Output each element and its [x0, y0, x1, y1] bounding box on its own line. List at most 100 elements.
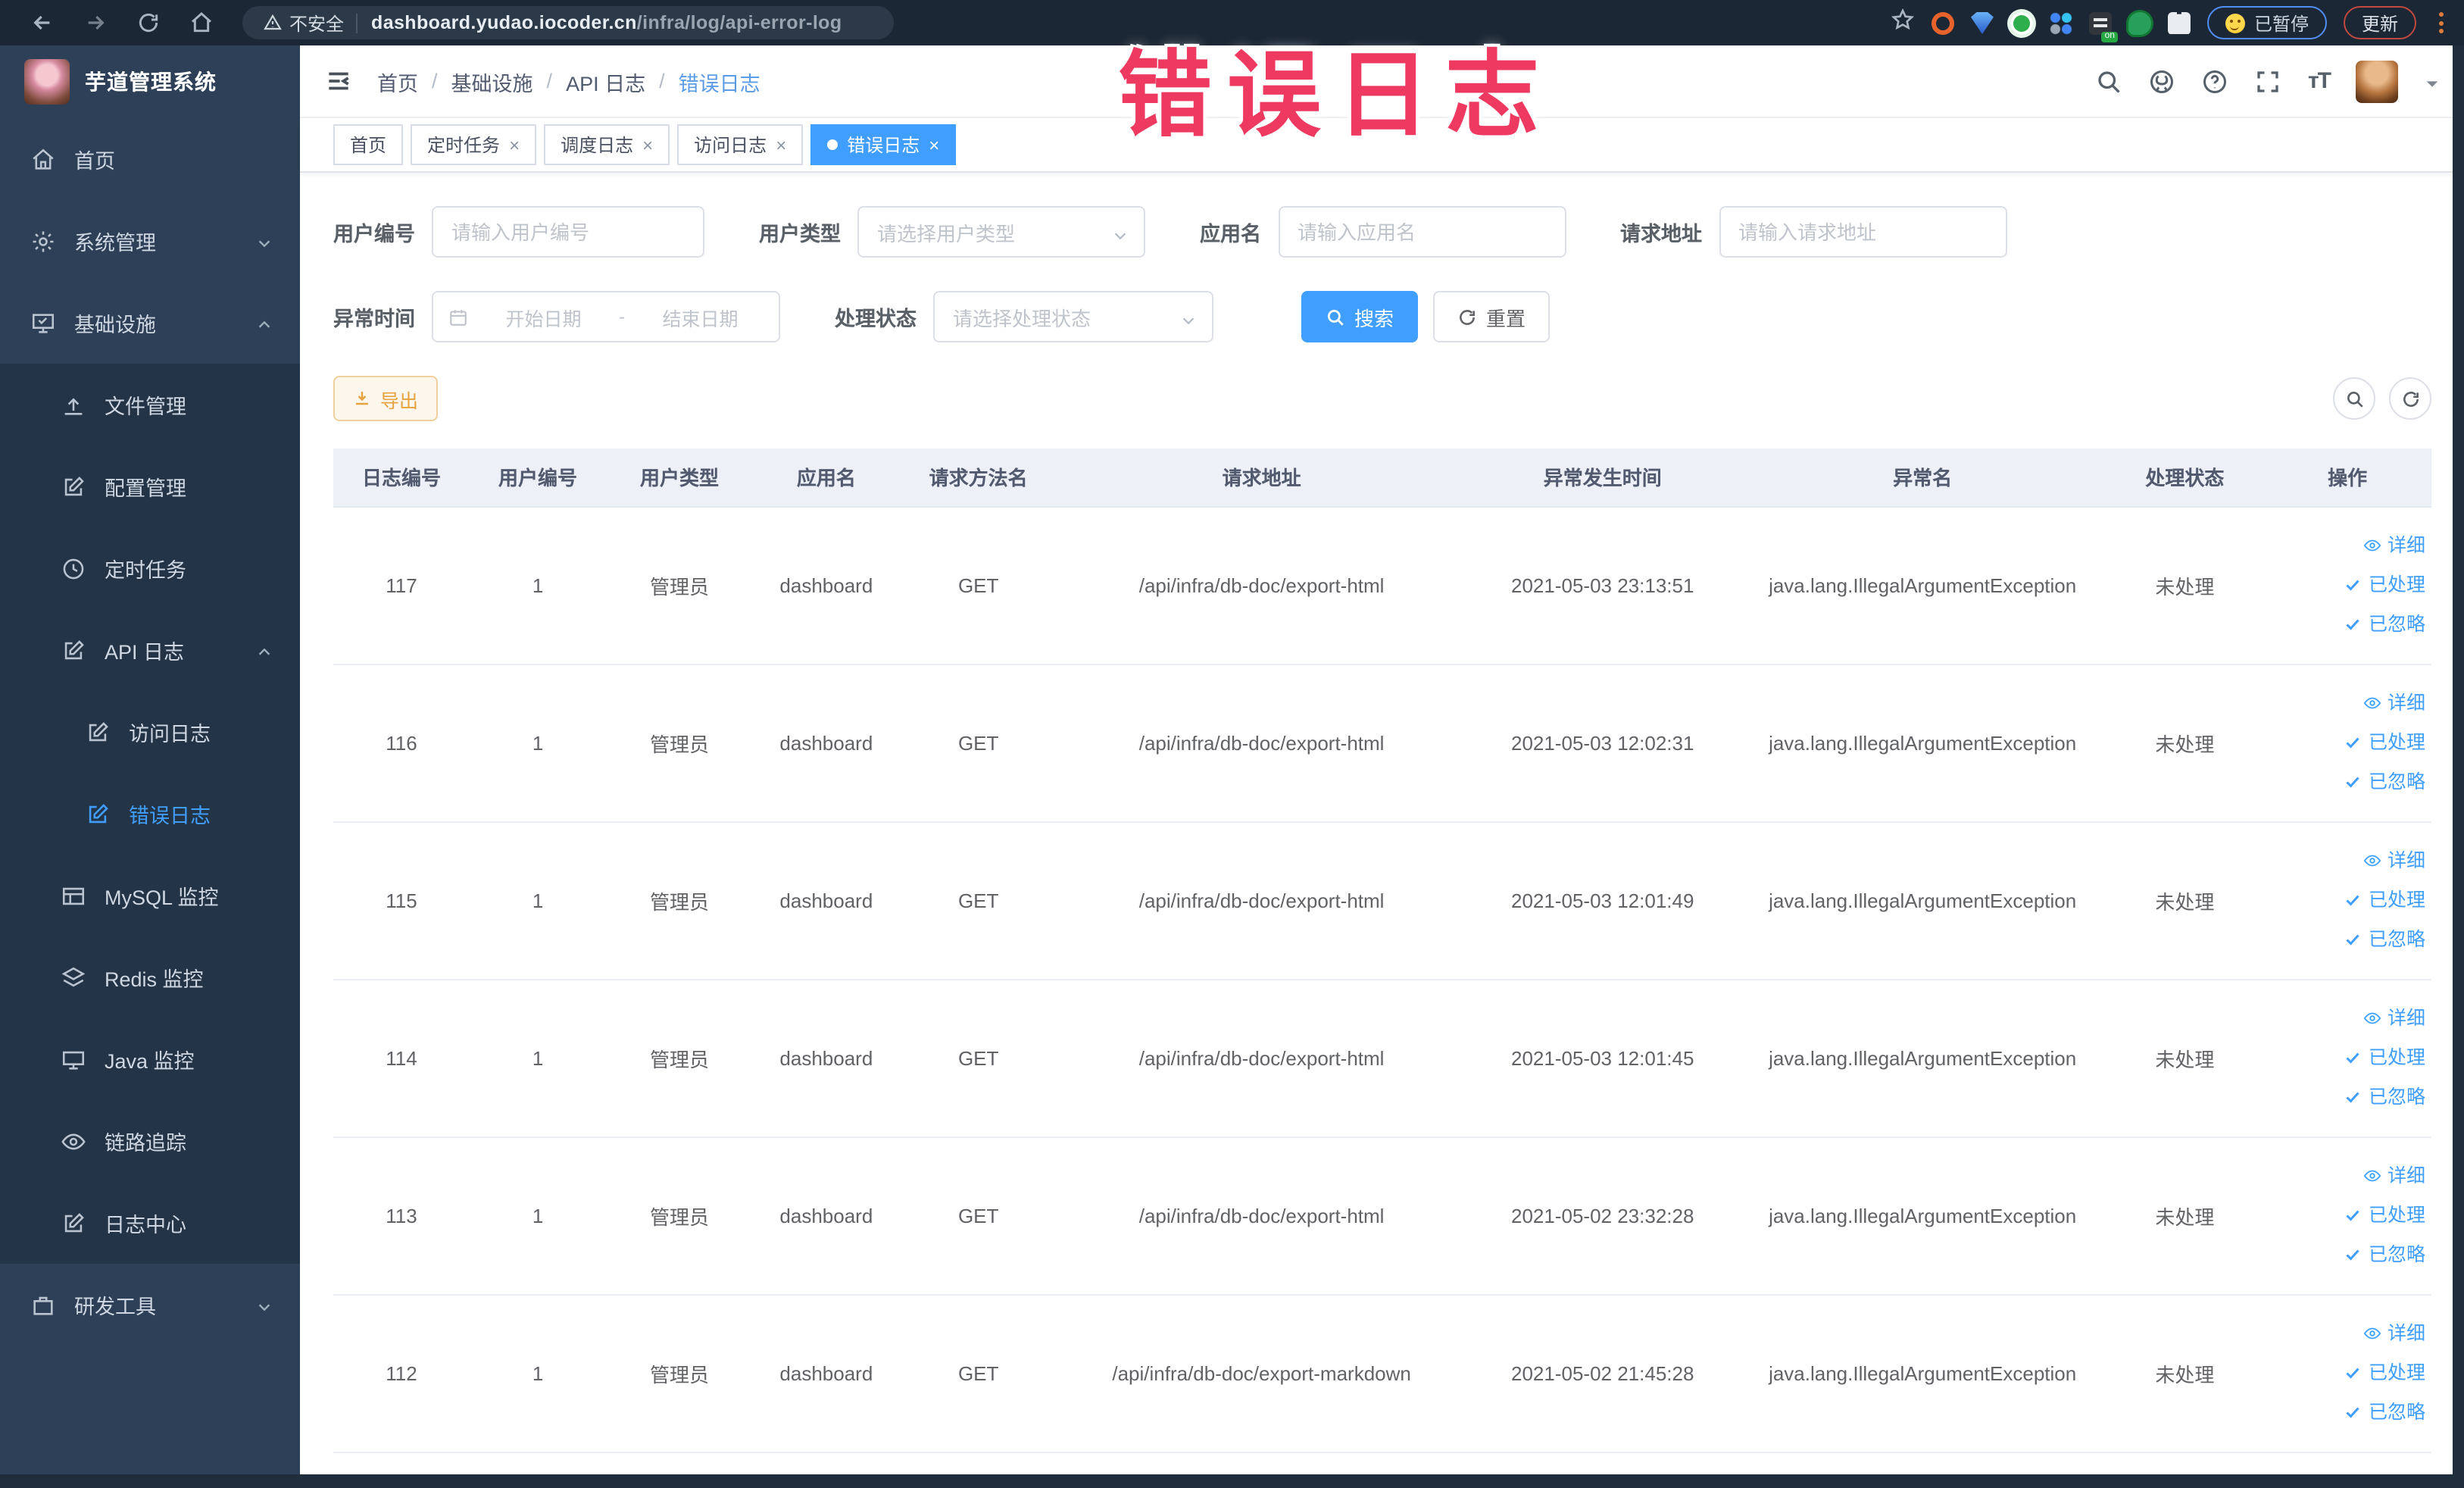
mark-ignored-link[interactable]: 已忽略 — [2269, 605, 2425, 644]
mark-processed-link[interactable]: 已处理 — [2269, 880, 2425, 920]
table-body: 117 1 管理员 dashboard GET/api/infra/db-doc/exp… — [333, 506, 2431, 1452]
user-type-select[interactable]: 请选择用户类型 — [857, 206, 1145, 258]
mark-processed-link[interactable]: 已处理 — [2269, 1196, 2425, 1235]
search-button[interactable]: 搜索 — [1301, 291, 1419, 342]
browser-update-button[interactable]: 更新 — [2343, 6, 2416, 39]
sidebar-item-1[interactable]: 首页 — [0, 118, 300, 200]
mark-processed-link[interactable]: 已处理 — [2269, 723, 2425, 762]
breadcrumb-separator: / — [546, 70, 553, 92]
extension-icon[interactable] — [2010, 11, 2033, 34]
app-name-label: 应用名 — [1200, 223, 1261, 245]
sidebar-item-7[interactable]: API 日志 — [0, 609, 300, 691]
export-button[interactable]: 导出 — [333, 376, 439, 421]
mark-ignored-link[interactable]: 已忽略 — [2269, 920, 2425, 959]
mark-processed-link[interactable]: 已处理 — [2269, 565, 2425, 605]
chevron-down-icon[interactable] — [2424, 73, 2441, 89]
home-icon[interactable] — [188, 10, 214, 36]
user-id-input[interactable] — [432, 206, 704, 258]
sidebar-fold-icon[interactable] — [324, 67, 353, 95]
extension-icon[interactable] — [2128, 11, 2151, 34]
app-name-input[interactable] — [1278, 206, 1566, 258]
toggle-search-button[interactable] — [2333, 377, 2375, 420]
bookmark-star-icon[interactable] — [1891, 7, 1915, 39]
check-icon — [2344, 733, 2363, 752]
close-icon[interactable]: × — [509, 136, 520, 154]
sidebar-item-6[interactable]: 定时任务 — [0, 527, 300, 609]
process-status-select[interactable]: 请选择处理状态 — [933, 291, 1213, 342]
tag-view-tab[interactable]: 定时任务 × — [411, 124, 537, 165]
mark-ignored-link[interactable]: 已忽略 — [2269, 1077, 2425, 1117]
github-icon[interactable] — [2149, 67, 2176, 95]
back-icon[interactable] — [29, 10, 55, 36]
extension-icon[interactable] — [2088, 11, 2118, 42]
column-header-status: 处理状态 — [2106, 449, 2264, 507]
detail-link[interactable]: 详细 — [2269, 526, 2425, 565]
font-size-icon[interactable]: ᴛT — [2308, 68, 2331, 94]
breadcrumb-item[interactable]: 基础设施 — [451, 66, 533, 96]
app-logo[interactable]: 芋道管理系统 — [0, 45, 300, 118]
chevron-down-icon — [256, 1296, 273, 1313]
paused-extension-pill[interactable]: 已暂停 — [2206, 6, 2327, 39]
sidebar-item-8[interactable]: 访问日志 — [0, 691, 300, 773]
extensions-puzzle-icon[interactable] — [2167, 11, 2191, 34]
sidebar-item-2[interactable]: 系统管理 — [0, 200, 300, 282]
mark-ignored-link[interactable]: 已忽略 — [2269, 762, 2425, 802]
column-header-id: 日志编号 — [333, 449, 470, 507]
reset-button[interactable]: 重置 — [1433, 291, 1551, 342]
table-row: 114 1 管理员 dashboard GET/api/infra/db-doc/exp… — [333, 979, 2431, 1137]
gear-icon — [30, 228, 56, 254]
breadcrumb-item[interactable]: API 日志 — [566, 66, 645, 96]
sidebar-item-4[interactable]: 文件管理 — [0, 364, 300, 445]
sidebar-item-10[interactable]: MySQL 监控 — [0, 855, 300, 936]
breadcrumb-item: 错误日志 — [678, 72, 760, 95]
reload-icon[interactable] — [135, 10, 161, 36]
mark-ignored-link[interactable]: 已忽略 — [2269, 1393, 2425, 1432]
extension-icon[interactable] — [1931, 11, 1954, 34]
sidebar-item-label: 定时任务 — [105, 559, 186, 582]
sidebar-item-5[interactable]: 配置管理 — [0, 445, 300, 527]
sidebar-item-9[interactable]: 错误日志 — [0, 773, 300, 855]
address-bar[interactable]: 不安全 dashboard.yudao.iocoder.cn/infra/log… — [242, 6, 894, 39]
cell-app_name: dashboard — [752, 979, 900, 1137]
column-header-app_name: 应用名 — [752, 449, 900, 507]
sidebar-item-12[interactable]: Java 监控 — [0, 1018, 300, 1100]
sidebar-item-label: Java 监控 — [105, 1050, 195, 1073]
close-icon[interactable]: × — [642, 136, 653, 154]
fullscreen-icon[interactable] — [2255, 67, 2282, 95]
column-header-actions: 操作 — [2263, 449, 2431, 507]
sidebar-item-13[interactable]: 链路追踪 — [0, 1100, 300, 1182]
sidebar-item-3[interactable]: 基础设施 — [0, 282, 300, 364]
detail-link[interactable]: 详细 — [2269, 999, 2425, 1038]
sidebar-item-15[interactable]: 研发工具 — [0, 1264, 300, 1346]
mark-processed-link[interactable]: 已处理 — [2269, 1353, 2425, 1393]
forward-icon[interactable] — [82, 10, 108, 36]
search-icon[interactable] — [2096, 67, 2123, 95]
sidebar-item-11[interactable]: Redis 监控 — [0, 936, 300, 1018]
cell-status: 未处理 — [2106, 1136, 2264, 1295]
extension-icon[interactable] — [2049, 11, 2072, 34]
refresh-table-button[interactable] — [2389, 377, 2431, 420]
detail-link[interactable]: 详细 — [2269, 683, 2425, 723]
help-icon[interactable] — [2202, 67, 2229, 95]
tag-view-tab[interactable]: 调度日志 × — [544, 124, 670, 165]
detail-link[interactable]: 详细 — [2269, 1156, 2425, 1196]
sidebar-item-14[interactable]: 日志中心 — [0, 1182, 300, 1264]
tag-view-tab[interactable]: 访问日志 × — [677, 124, 804, 165]
mark-processed-link[interactable]: 已处理 — [2269, 1038, 2425, 1077]
extension-icon[interactable] — [1970, 11, 1994, 34]
eye-icon — [61, 1128, 86, 1154]
close-icon[interactable]: × — [929, 136, 939, 154]
detail-link[interactable]: 详细 — [2269, 1314, 2425, 1353]
update-label: 更新 — [2361, 13, 2398, 34]
close-icon[interactable]: × — [776, 136, 786, 154]
breadcrumb-item[interactable]: 首页 — [377, 66, 418, 96]
user-avatar[interactable] — [2356, 60, 2398, 102]
tag-view-tab[interactable]: 首页 — [333, 124, 404, 165]
date-range-picker[interactable]: 开始日期 - 结束日期 — [432, 291, 780, 342]
detail-link[interactable]: 详细 — [2269, 841, 2425, 880]
browser-menu-icon[interactable] — [2439, 12, 2444, 33]
tag-view-tab[interactable]: 错误日志 × — [810, 124, 957, 165]
request-url-input[interactable] — [1719, 206, 2006, 258]
mark-ignored-link[interactable]: 已忽略 — [2269, 1235, 2425, 1274]
layers-icon — [61, 964, 86, 990]
